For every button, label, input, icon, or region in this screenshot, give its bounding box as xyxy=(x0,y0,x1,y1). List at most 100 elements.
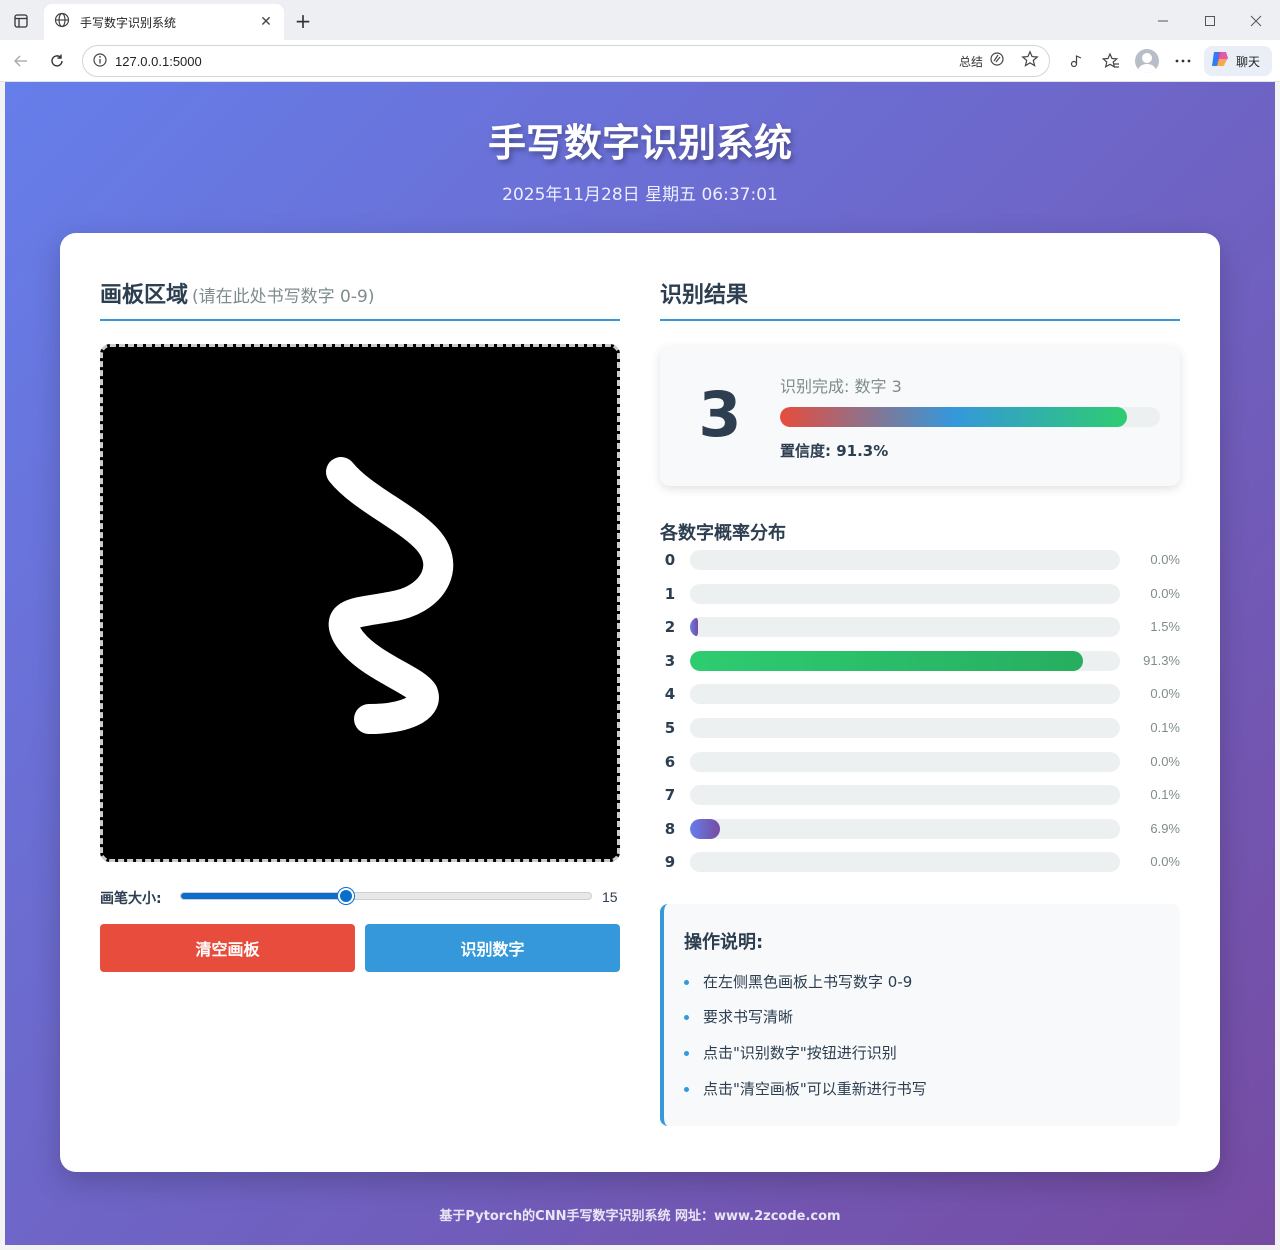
main-card: 画板区域 (请在此处书写数字 0-9) 画笔大小: 15 清空画板 识别数字 识别… xyxy=(60,233,1220,1172)
bullet-dot xyxy=(684,980,689,985)
probability-bar xyxy=(690,852,1120,873)
probability-value: 6.9% xyxy=(1150,820,1180,836)
probability-value: 0.0% xyxy=(1150,753,1180,769)
profile-avatar[interactable] xyxy=(1135,49,1159,73)
result-title: 识别结果 xyxy=(660,283,749,308)
probability-row: 4 0.0% xyxy=(660,683,1180,705)
brush-size-value: 15 xyxy=(602,889,618,905)
probability-bar xyxy=(690,617,1120,638)
summary-button[interactable]: 总结 xyxy=(959,53,983,70)
chat-label: 聊天 xyxy=(1236,54,1261,69)
probability-digit: 5 xyxy=(664,719,676,737)
instructions-title: 操作说明: xyxy=(684,932,764,953)
instruction-text: 要求书写清晰 xyxy=(703,1008,794,1026)
handwritten-stroke xyxy=(326,457,454,734)
distribution-title: 各数字概率分布 xyxy=(660,523,786,544)
result-section-title: 识别结果 xyxy=(660,277,1180,321)
datetime-display: 2025年11月28日 星期五 06:37:01 xyxy=(502,185,778,205)
probability-value: 0.0% xyxy=(1150,585,1180,601)
probability-value: 0.0% xyxy=(1150,686,1180,702)
browser-toolbar: 127.0.0.1:5000 总结 聊天 xyxy=(0,40,1280,82)
probability-row: 0 0.0% xyxy=(660,549,1180,571)
probability-digit: 1 xyxy=(664,584,676,603)
refresh-icon[interactable] xyxy=(44,48,70,74)
probability-bar-fill xyxy=(690,617,698,638)
probability-digit: 6 xyxy=(664,752,676,771)
translate-icon[interactable] xyxy=(989,51,1005,71)
instruction-item: 在左侧黑色画板上书写数字 0-9 xyxy=(684,971,912,992)
new-tab-button[interactable]: + xyxy=(290,8,316,34)
probability-digit: 0 xyxy=(664,551,676,569)
recognize-button[interactable]: 识别数字 xyxy=(365,924,620,972)
browser-tab-bar: 手写数字识别系统 ✕ + xyxy=(0,0,1280,40)
footer-text: 基于Pytorch的CNN手写数字识别系统 网址：www.2zcode.com xyxy=(439,1209,841,1224)
brush-size-label: 画笔大小: xyxy=(100,891,162,907)
probability-row: 5 0.1% xyxy=(660,717,1180,739)
result-message: 识别完成: 数字 3 xyxy=(780,377,902,396)
copilot-chat-button[interactable]: 聊天 xyxy=(1204,46,1272,76)
brush-size-slider[interactable] xyxy=(180,888,592,904)
probability-bar xyxy=(690,684,1120,705)
probability-digit: 7 xyxy=(664,786,676,805)
probability-row: 2 1.5% xyxy=(660,616,1180,638)
clear-canvas-button[interactable]: 清空画板 xyxy=(100,924,355,972)
minimize-icon[interactable] xyxy=(1148,6,1178,36)
probability-value: 1.5% xyxy=(1150,619,1180,635)
confidence-text: 置信度: 91.3% xyxy=(780,442,889,460)
probability-value: 0.1% xyxy=(1150,787,1180,803)
confidence-bar xyxy=(780,407,1160,427)
browser-tab[interactable]: 手写数字识别系统 ✕ xyxy=(44,4,284,40)
bullet-dot xyxy=(684,1015,689,1020)
probability-digit: 4 xyxy=(664,685,676,704)
back-icon[interactable] xyxy=(8,48,34,74)
address-bar[interactable]: 127.0.0.1:5000 总结 xyxy=(82,45,1050,77)
probability-bar xyxy=(690,751,1120,772)
probability-bar xyxy=(690,583,1120,604)
instruction-text: 在左侧黑色画板上书写数字 0-9 xyxy=(703,973,913,991)
probability-row: 7 0.1% xyxy=(660,784,1180,806)
probability-bar xyxy=(690,718,1120,738)
probability-bar xyxy=(690,550,1120,570)
instruction-item: 点击"识别数字"按钮进行识别 xyxy=(684,1042,897,1063)
bullet-dot xyxy=(684,1051,689,1056)
predicted-digit: 3 xyxy=(698,378,742,451)
probability-bar-fill xyxy=(690,650,1083,671)
probability-digit: 9 xyxy=(664,853,676,872)
probability-row: 8 6.9% xyxy=(660,818,1180,840)
confidence-bar-fill xyxy=(780,407,1127,427)
close-tab-icon[interactable]: ✕ xyxy=(258,14,274,30)
maximize-icon[interactable] xyxy=(1195,6,1225,36)
probability-value: 91.3% xyxy=(1143,652,1180,668)
tab-actions-icon[interactable] xyxy=(8,8,34,34)
url-text[interactable]: 127.0.0.1:5000 xyxy=(115,54,959,69)
more-menu-icon[interactable] xyxy=(1170,48,1196,74)
globe-icon xyxy=(54,12,70,32)
canvas-subtitle: (请在此处书写数字 0-9) xyxy=(192,287,375,307)
instruction-text: 点击"识别数字"按钮进行识别 xyxy=(703,1044,897,1062)
instructions-box: 操作说明: 在左侧黑色画板上书写数字 0-9 要求书写清晰 点击"识别数字"按钮… xyxy=(660,904,1180,1126)
probability-bar xyxy=(690,650,1120,671)
probability-bar xyxy=(690,818,1120,839)
read-aloud-icon[interactable] xyxy=(1063,48,1089,74)
brush-size-thumb[interactable] xyxy=(337,888,354,904)
info-icon[interactable] xyxy=(93,52,107,71)
instruction-text: 点击"清空画板"可以重新进行书写 xyxy=(703,1080,927,1098)
favorite-star-icon[interactable] xyxy=(1021,50,1039,72)
probability-value: 0.1% xyxy=(1150,720,1180,735)
page-viewport: 手写数字识别系统 2025年11月28日 星期五 06:37:01 画板区域 (请… xyxy=(5,82,1275,1245)
probability-row: 1 0.0% xyxy=(660,583,1180,605)
probability-row: 6 0.0% xyxy=(660,751,1180,773)
brush-size-fill xyxy=(181,893,345,899)
probability-digit: 8 xyxy=(664,819,676,838)
result-box: 3 识别完成: 数字 3 置信度: 91.3% xyxy=(660,346,1180,486)
canvas-section-title: 画板区域 (请在此处书写数字 0-9) xyxy=(100,277,620,321)
probability-value: 0.0% xyxy=(1150,854,1180,870)
drawing-canvas[interactable] xyxy=(100,344,620,862)
probability-row: 3 91.3% xyxy=(660,650,1180,672)
favorites-icon[interactable] xyxy=(1098,48,1124,74)
close-window-icon[interactable] xyxy=(1241,6,1271,36)
instruction-item: 点击"清空画板"可以重新进行书写 xyxy=(684,1078,927,1099)
canvas-title: 画板区域 xyxy=(100,283,189,308)
probability-row: 9 0.0% xyxy=(660,851,1180,873)
copilot-icon xyxy=(1210,49,1230,73)
